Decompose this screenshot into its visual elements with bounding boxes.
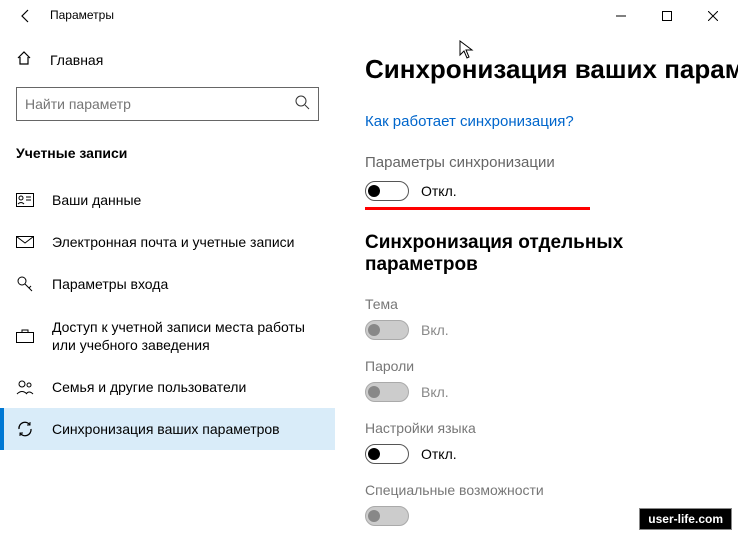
- maximize-button[interactable]: [644, 0, 690, 32]
- help-link[interactable]: Как работает синхронизация?: [365, 113, 738, 130]
- nav-email-accounts[interactable]: Электронная почта и учетные записи: [0, 221, 335, 263]
- nav-signin-options[interactable]: Параметры входа: [0, 263, 335, 305]
- home-icon: [16, 50, 34, 69]
- back-button[interactable]: [18, 8, 34, 29]
- nav-family[interactable]: Семья и другие пользователи: [0, 366, 335, 408]
- briefcase-icon: [16, 329, 34, 343]
- search-input[interactable]: [25, 96, 294, 112]
- close-button[interactable]: [690, 0, 736, 32]
- passwords-toggle-state: Вкл.: [421, 384, 449, 400]
- sync-icon: [16, 420, 34, 438]
- nav-label: Семья и другие пользователи: [52, 378, 319, 396]
- nav-label: Электронная почта и учетные записи: [52, 233, 319, 251]
- person-card-icon: [16, 193, 34, 207]
- theme-toggle-state: Вкл.: [421, 322, 449, 338]
- nav-label: Ваши данные: [52, 191, 319, 209]
- passwords-toggle[interactable]: [365, 382, 409, 402]
- people-icon: [16, 379, 34, 395]
- page-heading: Синхронизация ваших парамет: [365, 54, 738, 85]
- sync-toggle[interactable]: [365, 181, 409, 201]
- accessibility-toggle[interactable]: [365, 506, 409, 526]
- window-title: Параметры: [50, 8, 114, 22]
- section-title: Учетные записи: [0, 137, 335, 179]
- language-toggle-state: Откл.: [421, 446, 457, 462]
- passwords-label: Пароли: [365, 358, 738, 374]
- nav-label: Доступ к учетной записи места работы или…: [52, 318, 319, 354]
- minimize-button[interactable]: [598, 0, 644, 32]
- nav-label: Параметры входа: [52, 275, 319, 293]
- theme-label: Тема: [365, 296, 738, 312]
- mail-icon: [16, 236, 34, 248]
- nav-your-info[interactable]: Ваши данные: [0, 179, 335, 221]
- theme-toggle[interactable]: [365, 320, 409, 340]
- sub-heading: Синхронизация отдельных параметров: [365, 232, 738, 276]
- highlight-underline: [365, 207, 590, 210]
- nav-sync-settings[interactable]: Синхронизация ваших параметров: [0, 408, 335, 450]
- accessibility-label: Специальные возможности: [365, 482, 738, 498]
- sync-toggle-state: Откл.: [421, 183, 457, 199]
- search-box[interactable]: [16, 87, 319, 121]
- watermark: user-life.com: [639, 508, 732, 530]
- nav-work-access[interactable]: Доступ к учетной записи места работы или…: [0, 306, 335, 366]
- language-label: Настройки языка: [365, 420, 738, 436]
- key-icon: [16, 275, 34, 293]
- sync-settings-label: Параметры синхронизации: [365, 154, 738, 171]
- home-label: Главная: [50, 52, 103, 68]
- main-content: Синхронизация ваших парамет Как работает…: [335, 32, 738, 536]
- language-toggle[interactable]: [365, 444, 409, 464]
- sidebar: Главная Учетные записи Ваши данные Элект…: [0, 32, 335, 536]
- home-nav[interactable]: Главная: [0, 40, 335, 79]
- search-icon: [294, 94, 310, 115]
- nav-label: Синхронизация ваших параметров: [52, 420, 319, 438]
